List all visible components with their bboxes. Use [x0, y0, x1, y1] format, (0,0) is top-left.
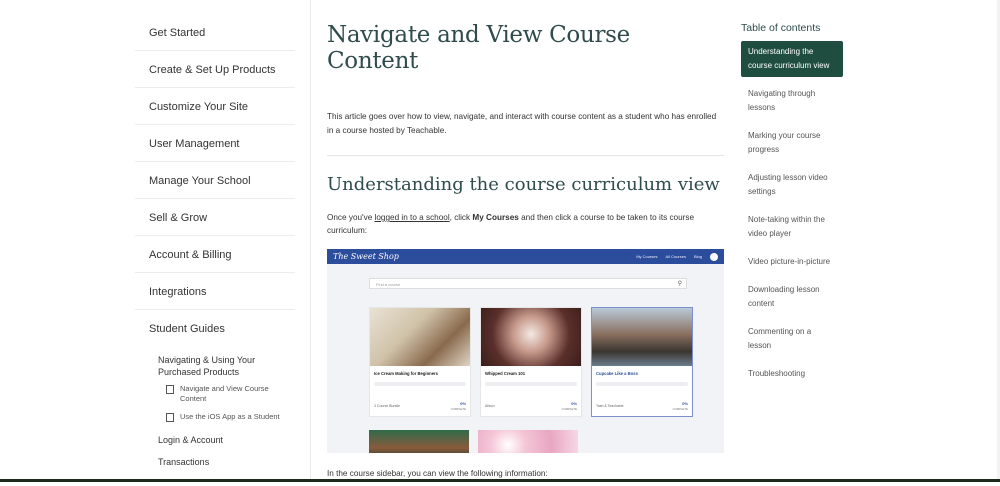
para-prefix: Once you've — [327, 213, 375, 222]
course-cards-row-2 — [369, 430, 578, 453]
nav-link-label: Use the iOS App as a Student — [180, 412, 280, 421]
logged-in-link[interactable]: logged in to a school — [375, 213, 450, 222]
toc-title: Table of contents — [741, 22, 821, 34]
course-progress-bar — [485, 382, 577, 386]
course-curriculum-screenshot: The Sweet Shop My Courses All Courses Bl… — [327, 249, 724, 453]
search-placeholder: Find a course — [376, 282, 401, 287]
toc-item-commenting[interactable]: Commenting on a lesson — [741, 321, 843, 357]
toc-item-marking-progress[interactable]: Marking your course progress — [741, 125, 843, 161]
course-card-footer: Tash & Teachable 0% COMPLETE — [596, 401, 688, 411]
toc-item-note-taking[interactable]: Note-taking within the video player — [741, 209, 843, 245]
table-of-contents: Table of contents Understanding the cour… — [741, 22, 871, 391]
toc-item-downloading[interactable]: Downloading lesson content — [741, 279, 843, 315]
left-sidebar-nav: Get Started Create & Set Up Products Cus… — [135, 14, 295, 472]
nav-subgroup-navigating-using[interactable]: Navigating & Using Your Purchased Produc… — [135, 354, 295, 378]
document-icon — [166, 413, 174, 422]
course-card-image — [481, 308, 581, 366]
menu-blog: Blog — [693, 254, 702, 259]
course-card-image — [369, 430, 469, 453]
course-progress-bar — [374, 382, 466, 386]
course-card: Ice Cream Making for Beginners 3 Course … — [369, 307, 471, 417]
toc-item-picture-in-picture[interactable]: Video picture-in-picture — [741, 251, 843, 273]
avatar — [710, 252, 718, 261]
percent-label: COMPLETE — [450, 407, 466, 411]
toc-item-curriculum-view[interactable]: Understanding the course curriculum view — [741, 41, 843, 77]
section-title: Understanding the course curriculum view — [327, 174, 720, 195]
nav-item-get-started[interactable]: Get Started — [135, 14, 295, 51]
course-percent: 0% COMPLETE — [562, 401, 577, 411]
screenshot-search-input: Find a course ⚲ — [369, 278, 687, 289]
article-paragraph: Once you've logged in to a school, click… — [327, 211, 724, 237]
course-card-image — [478, 430, 578, 453]
course-percent: 0% COMPLETE — [451, 401, 466, 411]
nav-link-label: Navigate and View Course Content — [180, 384, 269, 403]
screenshot-navbar: The Sweet Shop My Courses All Courses Bl… — [327, 249, 724, 264]
percent-value: 0% — [682, 401, 688, 406]
article-main: Navigate and View Course Content This ar… — [327, 0, 724, 486]
nav-item-sell-grow[interactable]: Sell & Grow — [135, 199, 295, 236]
percent-label: COMPLETE — [561, 407, 577, 411]
menu-my-courses: My Courses — [636, 254, 658, 259]
nav-item-create-setup-products[interactable]: Create & Set Up Products — [135, 51, 295, 88]
nav-item-login-account[interactable]: Login & Account — [135, 430, 295, 450]
nav-item-student-guides[interactable]: Student Guides — [135, 310, 295, 346]
sidebar-divider — [310, 0, 311, 482]
para-mid: , click — [449, 213, 473, 222]
screenshot-menu: My Courses All Courses Blog — [636, 252, 718, 261]
percent-value: 0% — [460, 401, 466, 406]
nav-item-transactions[interactable]: Transactions — [135, 452, 295, 472]
course-card-footer: 3 Course Bundle 0% COMPLETE — [374, 401, 466, 411]
course-author: Alison — [485, 404, 495, 408]
course-card-footer: Alison 0% COMPLETE — [485, 401, 577, 411]
my-courses-text: My Courses — [472, 213, 519, 222]
course-card-title: Ice Cream Making for Beginners — [374, 371, 438, 376]
course-card: Whipped Cream 101 Alison 0% COMPLETE — [480, 307, 582, 417]
course-author: 3 Course Bundle — [374, 404, 401, 408]
nav-sub-links: Navigate and View Course Content Use the… — [135, 384, 295, 422]
course-progress-bar — [596, 382, 688, 386]
course-card-selected: Cupcake Like a Boss Tash & Teachable 0% … — [591, 307, 693, 417]
nav-item-manage-school[interactable]: Manage Your School — [135, 162, 295, 199]
toc-item-navigating-lessons[interactable]: Navigating through lessons — [741, 83, 843, 119]
course-card-title: Whipped Cream 101 — [485, 371, 526, 376]
search-icon: ⚲ — [677, 281, 682, 287]
toc-item-video-settings[interactable]: Adjusting lesson video settings — [741, 167, 843, 203]
article-paragraph: In the course sidebar, you can view the … — [327, 469, 548, 478]
page-title: Navigate and View Course Content — [327, 22, 630, 74]
nav-item-user-management[interactable]: User Management — [135, 125, 295, 162]
percent-label: COMPLETE — [672, 407, 688, 411]
nav-item-customize-site[interactable]: Customize Your Site — [135, 88, 295, 125]
document-icon — [166, 385, 174, 394]
nav-item-account-billing[interactable]: Account & Billing — [135, 236, 295, 273]
nav-link-use-ios-app[interactable]: Use the iOS App as a Student — [166, 412, 295, 422]
nav-link-navigate-view-content[interactable]: Navigate and View Course Content — [166, 384, 295, 404]
section-divider — [327, 155, 724, 156]
course-card-image — [370, 308, 470, 366]
menu-all-courses: All Courses — [665, 254, 686, 259]
course-percent: 0% COMPLETE — [673, 401, 688, 411]
toc-item-troubleshooting[interactable]: Troubleshooting — [741, 363, 843, 385]
article-intro: This article goes over how to view, navi… — [327, 112, 717, 135]
course-card-image — [592, 308, 692, 366]
brand-logo: The Sweet Shop — [333, 252, 399, 261]
nav-item-integrations[interactable]: Integrations — [135, 273, 295, 310]
course-cards: Ice Cream Making for Beginners 3 Course … — [369, 307, 693, 417]
course-author: Tash & Teachable — [596, 404, 624, 408]
percent-value: 0% — [571, 401, 577, 406]
course-card-title: Cupcake Like a Boss — [596, 371, 638, 376]
